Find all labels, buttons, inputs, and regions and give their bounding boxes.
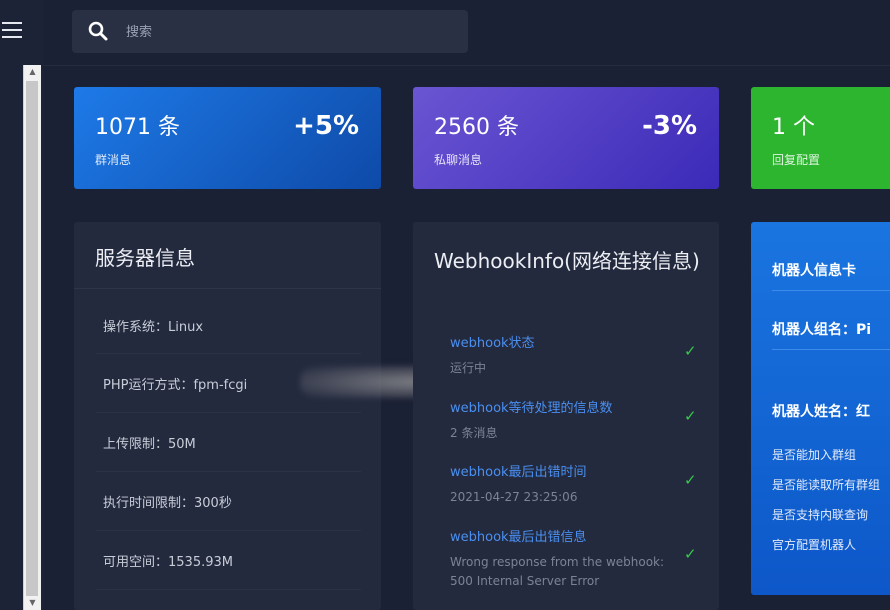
divider — [96, 471, 361, 472]
search-box[interactable] — [72, 10, 468, 53]
search-input[interactable] — [124, 20, 448, 44]
stat-card-reply-config: 1 个 回复配置 — [751, 87, 890, 189]
stat-change: +5% — [293, 111, 359, 141]
webhook-item-label: webhook最后出错信息 — [450, 530, 587, 545]
webhook-item: webhook最后出错信息 Wrong response from the we… — [450, 526, 690, 591]
server-info-row: 执行时间限制：300秒 — [103, 496, 232, 511]
check-icon: ✓ — [684, 407, 697, 425]
webhook-item-value: 2021-04-27 23:25:06 — [450, 490, 578, 504]
divider — [96, 412, 361, 413]
divider — [96, 530, 361, 531]
robot-name: 机器人姓名：红 — [772, 404, 870, 420]
stat-card-private-messages: 2560 条 -3% 私聊消息 — [413, 87, 719, 189]
webhook-item-label: webhook状态 — [450, 336, 535, 351]
scrollbar-thumb[interactable] — [26, 81, 38, 596]
stat-label: 群消息 — [95, 153, 132, 167]
divider — [772, 349, 890, 350]
webhook-item-value: 运行中 — [450, 361, 487, 375]
stat-value: 1 个 — [772, 115, 815, 140]
check-icon: ✓ — [684, 342, 697, 360]
webhook-item: webhook等待处理的信息数 2 条消息 — [450, 397, 690, 443]
check-icon: ✓ — [684, 471, 697, 489]
webhook-item-value: Wrong response from the webhook: 500 Int… — [450, 555, 665, 588]
divider — [96, 589, 361, 590]
server-info-title: 服务器信息 — [95, 246, 195, 270]
divider — [74, 288, 381, 289]
stat-label: 回复配置 — [772, 153, 821, 167]
top-bar — [44, 0, 890, 66]
webhook-item: webhook状态 运行中 — [450, 332, 690, 378]
scrollbar[interactable]: ▲ ▼ — [23, 65, 41, 610]
hamburger-menu-icon[interactable] — [2, 22, 22, 38]
scroll-down-arrow-icon[interactable]: ▼ — [24, 596, 41, 610]
robot-option: 是否能读取所有群组 — [772, 478, 881, 492]
webhook-item: webhook最后出错时间 2021-04-27 23:25:06 — [450, 461, 690, 507]
server-info-row: 可用空间：1535.93M — [103, 555, 233, 570]
check-icon: ✓ — [684, 545, 697, 563]
scroll-up-arrow-icon[interactable]: ▲ — [24, 65, 41, 79]
stat-value: 2560 条 — [434, 115, 519, 140]
search-icon[interactable] — [88, 21, 108, 41]
webhook-info-title: WebhookInfo(网络连接信息) — [434, 249, 700, 273]
server-info-row: 上传限制：50M — [103, 437, 196, 452]
divider — [772, 290, 890, 291]
webhook-item-value: 2 条消息 — [450, 426, 498, 440]
robot-option: 是否能加入群组 — [772, 448, 857, 462]
stat-label: 私聊消息 — [434, 153, 483, 167]
server-info-row: PHP运行方式：fpm-fcgi — [103, 378, 248, 393]
robot-option: 官方配置机器人 — [772, 538, 857, 552]
sidebar-strip: ▲ ▼ — [0, 0, 44, 610]
divider — [96, 353, 361, 354]
robot-info-card: 机器人信息卡 机器人组名：Pi 机器人姓名：红 是否能加入群组 是否能读取所有群… — [751, 222, 890, 595]
webhook-item-label: webhook最后出错时间 — [450, 465, 587, 480]
stat-change: -3% — [642, 111, 697, 141]
robot-option: 是否支持内联查询 — [772, 508, 869, 522]
server-info-row: 操作系统：Linux — [103, 320, 204, 335]
server-info-card: 服务器信息 操作系统：Linux PHP运行方式：fpm-fcgi 上传限制：5… — [74, 222, 381, 610]
robot-info-title: 机器人信息卡 — [772, 263, 856, 279]
webhook-info-card: WebhookInfo(网络连接信息) webhook状态 运行中 ✓ webh… — [413, 222, 719, 610]
stat-value: 1071 条 — [95, 115, 180, 140]
webhook-item-label: webhook等待处理的信息数 — [450, 401, 613, 416]
robot-group-name: 机器人组名：Pi — [772, 322, 872, 338]
stat-card-group-messages: 1071 条 +5% 群消息 — [74, 87, 381, 189]
